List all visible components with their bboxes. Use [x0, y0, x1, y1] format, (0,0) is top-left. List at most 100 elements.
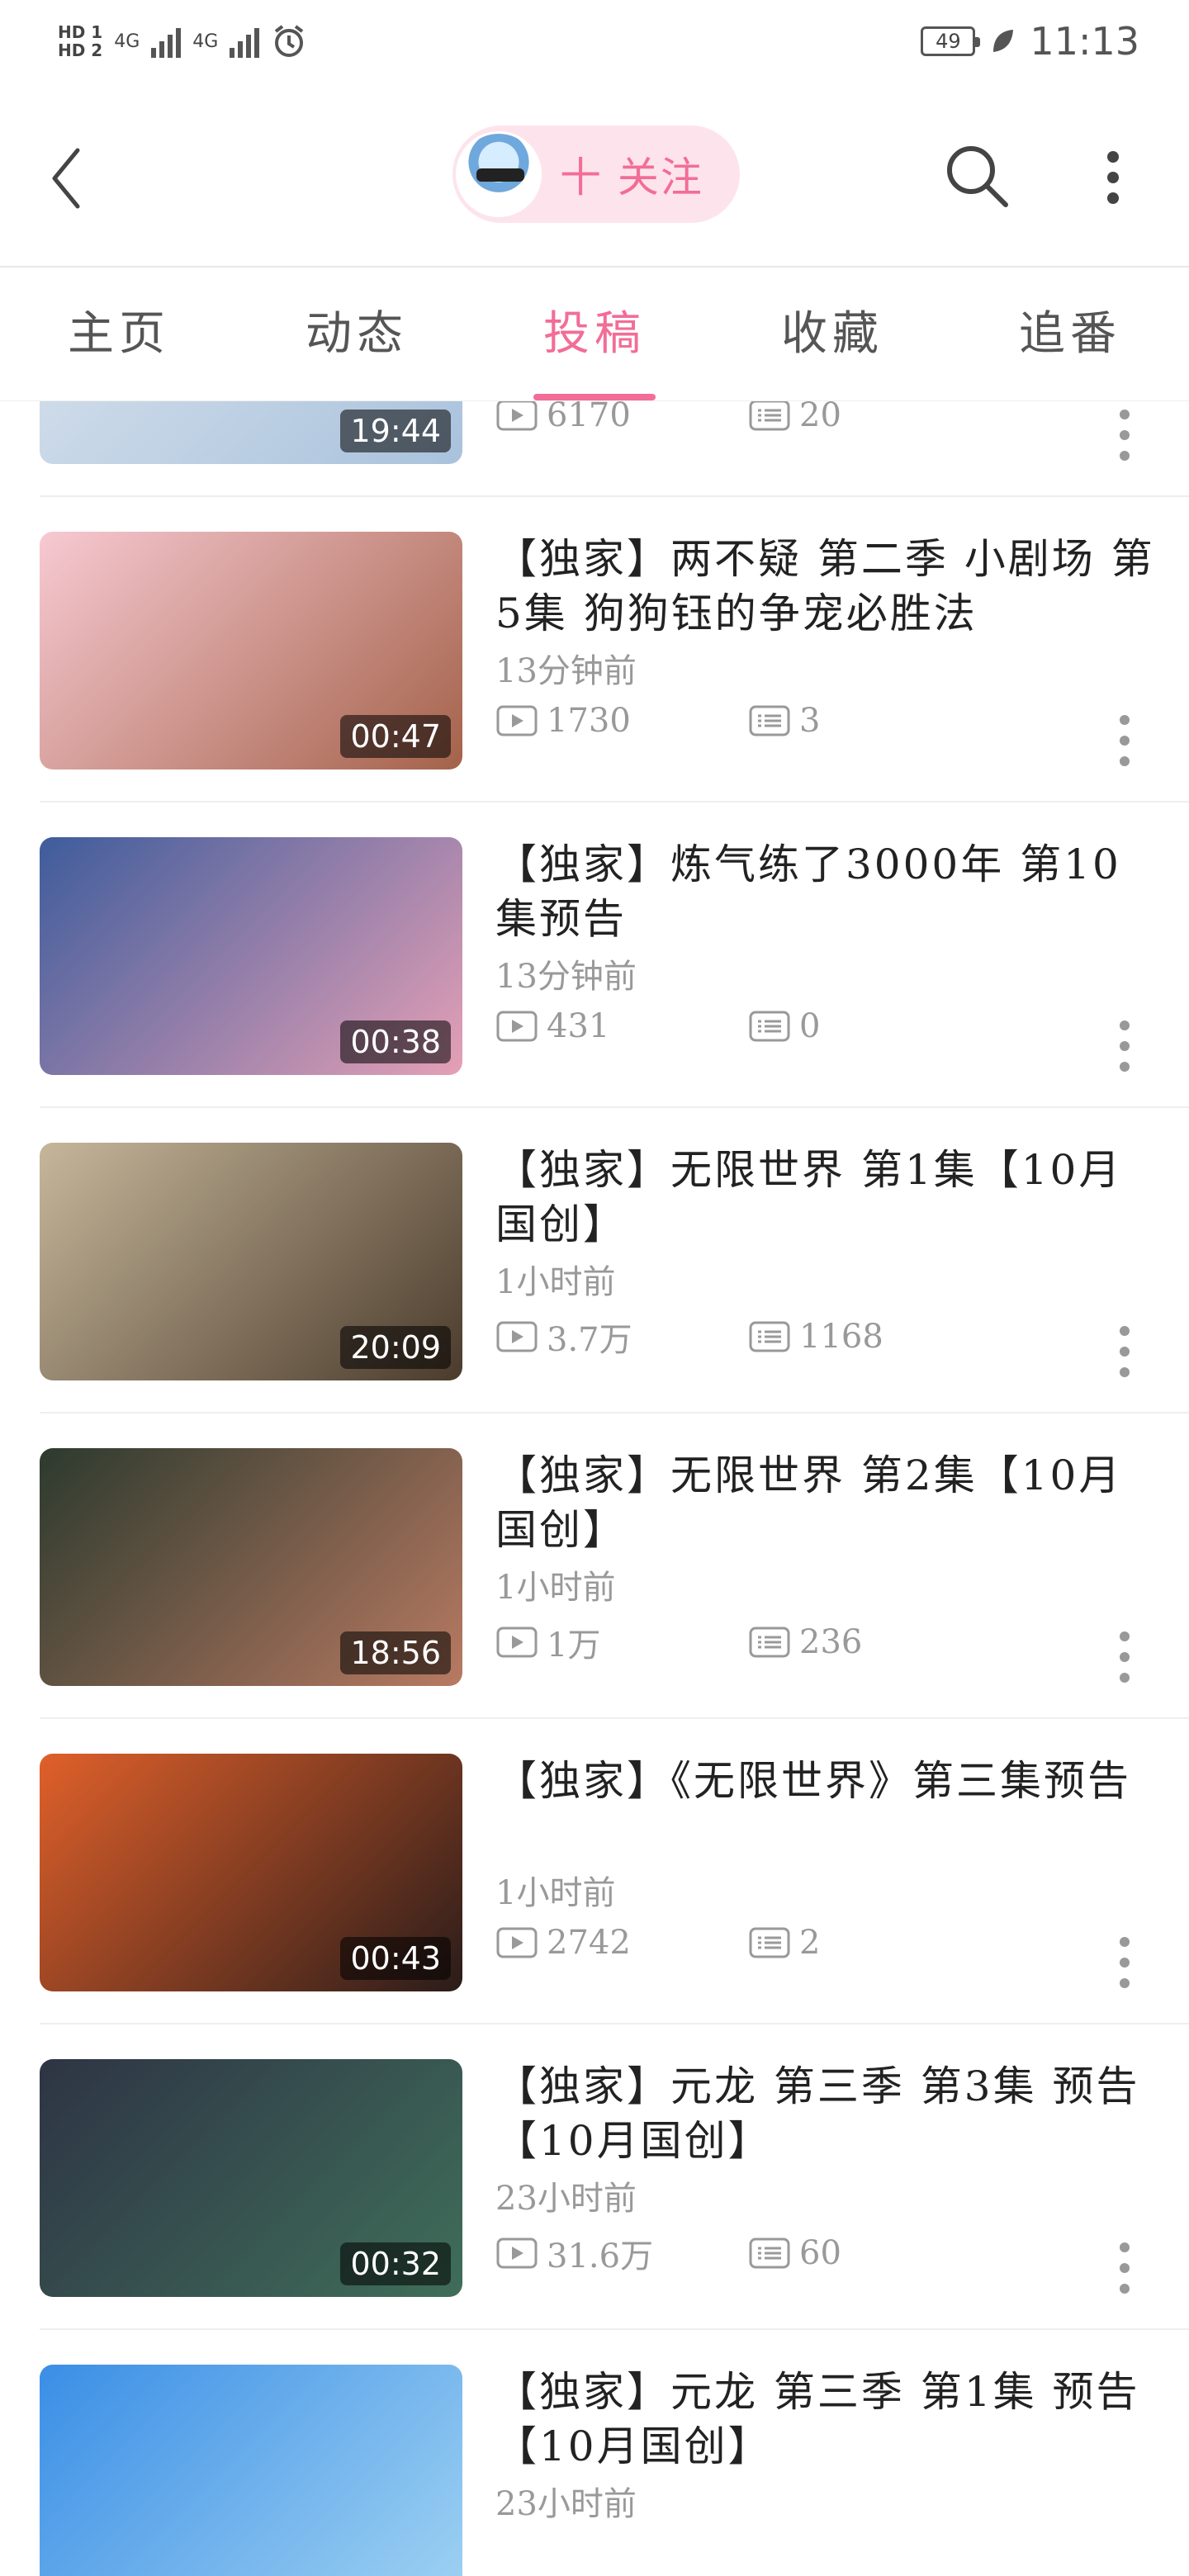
danmaku-icon	[749, 1927, 790, 1958]
more-actions-icon[interactable]	[1118, 1017, 1131, 1075]
video-stats: 31.6万 60	[495, 2229, 1123, 2277]
danmaku-icon	[749, 1627, 790, 1658]
video-stats: 6170 20	[495, 401, 1123, 434]
video-item[interactable]: 00:47 【独家】两不疑 第二季 小剧场 第5集 狗狗钰的争宠必胜法 13分钟…	[0, 499, 1189, 803]
view-count-text: 1730	[547, 702, 631, 740]
tab-following-series[interactable]: 追番	[951, 268, 1189, 400]
view-count-text: 6170	[547, 401, 631, 434]
hd1-label: HD 1	[58, 22, 103, 42]
signal-icon	[151, 25, 182, 58]
signal-icon-2	[230, 25, 260, 58]
video-thumbnail[interactable]: 18:56	[40, 1448, 462, 1686]
video-thumbnail[interactable]: 00:32	[40, 2059, 462, 2297]
video-title[interactable]: 【独家】元龙 第三季 第3集 预告【10月国创】	[495, 2059, 1156, 2168]
thumbnail-art	[40, 2365, 462, 2576]
video-thumbnail[interactable]: 19:44	[40, 401, 462, 464]
video-thumbnail[interactable]: 00:43	[40, 1754, 462, 1991]
video-duration: 00:32	[340, 2242, 451, 2285]
danmaku-count-text: 1168	[799, 1318, 883, 1356]
danmaku-count: 3	[748, 702, 820, 740]
danmaku-count-text: 236	[799, 1623, 863, 1661]
video-title[interactable]: 【独家】无限世界 第1集【10月国创】	[495, 1143, 1156, 1252]
danmaku-count: 20	[748, 401, 841, 434]
video-item[interactable]: 20:09 【独家】无限世界 第1集【10月国创】 1小时前 3.7万 1168	[0, 1110, 1189, 1413]
more-actions-icon[interactable]	[1118, 406, 1131, 464]
danmaku-icon	[749, 1011, 790, 1042]
video-duration: 20:09	[340, 1326, 451, 1369]
play-count-icon	[496, 1627, 538, 1658]
danmaku-count: 2	[748, 1924, 820, 1962]
play-count-icon	[496, 2237, 538, 2269]
alarm-icon	[275, 25, 304, 57]
view-count-text: 2742	[547, 1924, 631, 1962]
view-count: 1万	[495, 1618, 748, 1666]
view-count: 6170	[495, 401, 748, 434]
view-count: 31.6万	[495, 2229, 748, 2277]
back-arrow-icon[interactable]	[50, 145, 83, 211]
video-title[interactable]: 【独家】炼气练了3000年 第10集预告	[495, 837, 1156, 946]
danmaku-count: 1168	[748, 1318, 883, 1356]
tab-uploads[interactable]: 投稿	[476, 268, 713, 400]
more-actions-icon[interactable]	[1118, 2239, 1131, 2297]
video-thumbnail[interactable]	[40, 2365, 462, 2576]
search-icon[interactable]	[941, 140, 1011, 210]
avatar[interactable]	[456, 131, 542, 217]
video-stats: 1730 3	[495, 702, 1123, 740]
video-duration: 00:43	[340, 1937, 451, 1980]
battery-level: 49	[936, 30, 961, 53]
video-title[interactable]: 【独家】《无限世界》第三集预告	[495, 1754, 1156, 1808]
video-title[interactable]: 【独家】无限世界 第2集【10月国创】	[495, 1448, 1156, 1557]
upload-time: 23小时前	[495, 2180, 637, 2218]
danmaku-count-text: 3	[799, 702, 821, 740]
profile-tabs: 主页 动态 投稿 收藏 追番	[0, 268, 1189, 401]
video-item[interactable]: 00:43 【独家】《无限世界》第三集预告 1小时前 2742 2	[0, 1721, 1189, 2024]
hd2-label: HD 2	[58, 40, 103, 60]
video-list[interactable]: 19:44 13分钟前 6170 20 00:47 【独家】两不疑 第二季 小	[0, 401, 1189, 2576]
follow-button[interactable]: 十 关注	[452, 125, 740, 223]
view-count: 431	[495, 1007, 748, 1045]
status-bar: HD 1 HD 2 4G 4G 49 11:13	[0, 0, 1189, 83]
upload-time: 1小时前	[495, 1569, 616, 1607]
more-actions-icon[interactable]	[1118, 1628, 1131, 1686]
video-item[interactable]: 【独家】元龙 第三季 第1集 预告【10月国创】 23小时前	[0, 2332, 1189, 2576]
video-thumbnail[interactable]: 20:09	[40, 1143, 462, 1380]
video-title[interactable]: 【独家】元龙 第三季 第1集 预告【10月国创】	[495, 2365, 1156, 2474]
more-actions-icon[interactable]	[1118, 712, 1131, 769]
video-item[interactable]: 18:56 【独家】无限世界 第2集【10月国创】 1小时前 1万 236	[0, 1415, 1189, 1719]
danmaku-icon	[749, 705, 790, 736]
tab-home[interactable]: 主页	[0, 268, 238, 400]
video-title[interactable]: 【独家】两不疑 第二季 小剧场 第5集 狗狗钰的争宠必胜法	[495, 532, 1156, 641]
upload-time: 13分钟前	[495, 958, 637, 996]
video-item[interactable]: 00:38 【独家】炼气练了3000年 第10集预告 13分钟前 431 0	[0, 804, 1189, 1108]
status-right: 49 11:13	[921, 19, 1139, 64]
danmaku-count: 0	[748, 1007, 820, 1045]
more-options-icon[interactable]	[1105, 149, 1121, 206]
video-duration: 18:56	[340, 1631, 451, 1674]
video-item[interactable]: 19:44 13分钟前 6170 20	[0, 401, 1189, 497]
battery-icon: 49	[921, 26, 981, 56]
status-left: HD 1 HD 2 4G 4G	[58, 23, 307, 59]
view-count-text: 31.6万	[547, 2237, 654, 2275]
leaf-icon	[993, 30, 1014, 52]
danmaku-count: 236	[748, 1623, 862, 1661]
video-item[interactable]: 00:32 【独家】元龙 第三季 第3集 预告【10月国创】 23小时前 31.…	[0, 2026, 1189, 2330]
video-duration: 00:47	[340, 715, 451, 758]
upload-time: 23小时前	[495, 2485, 637, 2523]
more-actions-icon[interactable]	[1118, 1323, 1131, 1380]
upload-time: 13分钟前	[495, 652, 637, 690]
video-thumbnail[interactable]: 00:47	[40, 532, 462, 769]
upload-time: 1小时前	[495, 1874, 616, 1912]
clock: 11:13	[1030, 19, 1139, 64]
video-thumbnail[interactable]: 00:38	[40, 837, 462, 1075]
danmaku-count: 60	[748, 2234, 841, 2272]
upload-time: 1小时前	[495, 1263, 616, 1301]
tab-favorites[interactable]: 收藏	[713, 268, 951, 400]
tab-activity[interactable]: 动态	[238, 268, 476, 400]
more-actions-icon[interactable]	[1118, 1934, 1131, 1991]
play-count-icon	[496, 401, 538, 431]
video-stats: 3.7万 1168	[495, 1313, 1123, 1361]
danmaku-count-text: 0	[799, 1007, 821, 1045]
danmaku-count-text: 20	[799, 401, 841, 434]
view-count: 3.7万	[495, 1313, 748, 1361]
play-count-icon	[496, 1321, 538, 1352]
